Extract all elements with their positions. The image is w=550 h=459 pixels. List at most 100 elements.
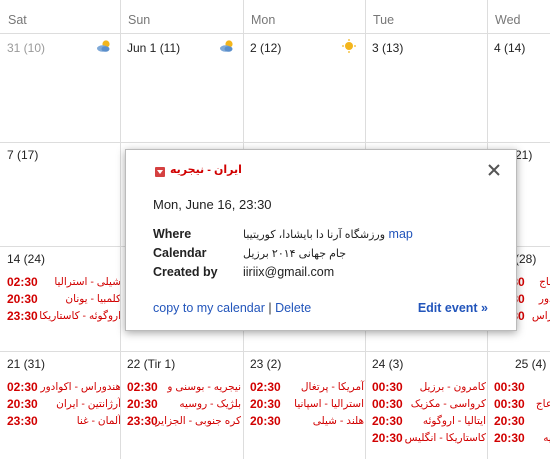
- day-cell[interactable]: 23 (2) 02:30 آمریکا - پرتغال 20:30 استرالیا …: [243, 351, 365, 459]
- event-time: 02:30: [250, 380, 281, 394]
- event-name: یونان - ساحل عاج: [535, 398, 550, 410]
- event-title: ایران - نیجریه: [170, 164, 242, 176]
- event-name: آرژانتین - ایران: [56, 398, 120, 410]
- event-chip[interactable]: 02:30 آمریکا - پرتغال: [250, 379, 365, 395]
- day-cell[interactable]: 21 (31) 02:30 هندوراس - اکوادور 20:30 آرژانت…: [0, 351, 120, 459]
- event-chip[interactable]: 02:30 هندوراس - اکوادور: [7, 379, 120, 395]
- event-name: اروگوئه - کاستاریکا: [39, 310, 120, 322]
- event-chip[interactable]: 23:30 آلمان - غنا: [7, 413, 120, 429]
- event-name: ژاپن - ساحل عاج: [539, 276, 550, 288]
- event-time: 20:30: [372, 431, 403, 445]
- day-number[interactable]: 24 (3): [372, 357, 403, 371]
- event-time: 20:30: [372, 414, 403, 428]
- event-name: کامرون - برزیل: [419, 381, 486, 393]
- event-time: 20:30: [494, 414, 525, 428]
- day-number[interactable]: 23 (2): [250, 357, 281, 371]
- event-time: 20:30: [494, 431, 525, 445]
- day-number[interactable]: 22 (Tir 1): [127, 357, 175, 371]
- where-value-row: ورزشگاه آرنا دا بایشادا، کوریتیبا map: [243, 227, 413, 241]
- event-time: 23:30: [7, 414, 38, 428]
- event-chip[interactable]: 20:30 ایتالیا - اروگوئه: [372, 413, 487, 429]
- partly-sunny-icon: [219, 39, 235, 53]
- weekday-header-mon: Mon: [251, 13, 276, 27]
- event-chip[interactable]: 00:30 کرواسی - مکزیک: [372, 396, 487, 412]
- event-name: نیجریه - بوسنی و: [167, 381, 241, 393]
- edit-event-link[interactable]: Edit event »: [418, 301, 488, 315]
- event-name: هلند - شیلی: [312, 415, 364, 427]
- day-cell[interactable]: 7 (17): [0, 142, 120, 246]
- day-number[interactable]: Jun 1 (11): [127, 41, 180, 55]
- delete-link[interactable]: Delete: [275, 301, 311, 315]
- event-name: کره جنوبی - الجزایر: [155, 415, 241, 427]
- event-chip[interactable]: 20:30 کلمبیا - یونان: [7, 291, 120, 307]
- event-name: شیلی - استرالیا: [54, 276, 120, 288]
- event-chip[interactable]: 02:30 نیجریه - بوسنی و: [127, 379, 243, 395]
- event-chip[interactable]: 20:30 بلژیک - روسیه: [127, 396, 243, 412]
- event-chip[interactable]: 20:30 هلند - شیلی: [250, 413, 365, 429]
- event-name: بلژیک - روسیه: [179, 398, 241, 410]
- event-time: 00:30: [372, 380, 403, 394]
- day-number[interactable]: 4 (14): [494, 41, 525, 55]
- day-cell[interactable]: 14 (24) 02:30 شیلی - استرالیا 20:30 کلمبیا -…: [0, 246, 120, 351]
- day-number[interactable]: 21): [515, 148, 532, 162]
- day-number[interactable]: 3 (13): [372, 41, 403, 55]
- event-chip[interactable]: 00:30 یونان - ساحل عاج: [494, 396, 550, 412]
- event-chip[interactable]: 23:30 اروگوئه - کاستاریکا: [7, 308, 120, 324]
- event-chip[interactable]: 20:30 کاستاریکا - انگلیس: [372, 430, 487, 446]
- event-name: آرژانتین - نیجریه: [543, 432, 550, 444]
- event-details-popup: ایران - نیجریه Mon, June 16, 23:30 Where…: [125, 149, 517, 331]
- day-cell[interactable]: 4 (14): [487, 35, 550, 142]
- day-cell[interactable]: 22 (Tir 1) 02:30 نیجریه - بوسنی و 20:30 بلژی…: [120, 351, 243, 459]
- day-cell[interactable]: 31 (10): [0, 35, 120, 142]
- event-chip[interactable]: 23:30 کره جنوبی - الجزایر: [127, 413, 243, 429]
- day-cell[interactable]: Jun 1 (11): [120, 35, 243, 142]
- day-number[interactable]: 21 (31): [7, 357, 45, 371]
- popup-footer-links: copy to my calendar | Delete: [153, 301, 311, 315]
- event-name: کرواسی - مکزیک: [410, 398, 486, 410]
- where-label: Where: [153, 227, 192, 241]
- day-cell[interactable]: 24 (3) 00:30 کامرون - برزیل 00:30 کرواسی - م…: [365, 351, 487, 459]
- close-icon[interactable]: [486, 162, 502, 178]
- event-name: آمریکا - پرتغال: [300, 381, 364, 393]
- event-time: 00:30: [372, 397, 403, 411]
- event-name: آلمان - غنا: [76, 415, 120, 427]
- day-number[interactable]: 14 (24): [7, 252, 45, 266]
- day-number[interactable]: 25 (4): [515, 357, 546, 371]
- created-by-value: iiriix@gmail.com: [243, 265, 335, 279]
- day-number[interactable]: (28): [515, 252, 536, 266]
- day-number[interactable]: 31 (10): [7, 41, 45, 55]
- event-name: کلمبیا - یونان: [65, 293, 120, 305]
- event-time: 23:30: [127, 414, 158, 428]
- event-time: 20:30: [250, 397, 281, 411]
- event-time: 20:30: [7, 292, 38, 306]
- event-datetime: Mon, June 16, 23:30: [153, 197, 272, 212]
- event-chip[interactable]: 20:30بوسنی - ایران: [494, 413, 550, 429]
- calendar-label: Calendar: [153, 246, 207, 260]
- event-chip[interactable]: 02:30 شیلی - استرالیا: [7, 274, 120, 290]
- day-cell[interactable]: 2 (12): [243, 35, 365, 142]
- event-time: 02:30: [7, 275, 38, 289]
- link-separator: |: [268, 301, 272, 315]
- event-time: 00:30: [494, 380, 525, 394]
- event-chip[interactable]: 00:30 کامرون - برزیل: [372, 379, 487, 395]
- event-name: استرالیا - اسپانیا: [294, 398, 364, 410]
- map-link[interactable]: map: [389, 227, 413, 241]
- day-number[interactable]: 2 (12): [250, 41, 281, 55]
- event-chip[interactable]: 20:30 آرژانتین - ایران: [7, 396, 120, 412]
- calendar-value: جام جهانی ۲۰۱۴ برزیل: [243, 248, 347, 260]
- weekday-header-sun: Sun: [128, 13, 151, 27]
- day-cell[interactable]: 3 (13): [365, 35, 487, 142]
- event-chip[interactable]: 00:30ژاپن - کلمبیا: [494, 379, 550, 395]
- day-cell[interactable]: 25 (4)00:30ژاپن - کلمبیا00:30یونان - ساح…: [487, 351, 550, 459]
- day-number[interactable]: 7 (17): [7, 148, 38, 162]
- event-chip[interactable]: 20:30 آرژانتین - نیجریه: [494, 430, 550, 446]
- event-chip[interactable]: 20:30 استرالیا - اسپانیا: [250, 396, 365, 412]
- event-name: فرانسه - هندوراس: [531, 310, 550, 322]
- created-by-label: Created by: [153, 265, 218, 279]
- calendar-color-dropdown-icon[interactable]: [155, 167, 165, 177]
- copy-to-my-calendar-link[interactable]: copy to my calendar: [153, 301, 265, 315]
- event-time: 02:30: [127, 380, 158, 394]
- event-name: هندوراس - اکوادور: [40, 381, 121, 393]
- event-name: سوییس - اکوادور: [538, 293, 550, 305]
- weekday-header-row: Sat Sun Mon Tue Wed: [0, 0, 550, 34]
